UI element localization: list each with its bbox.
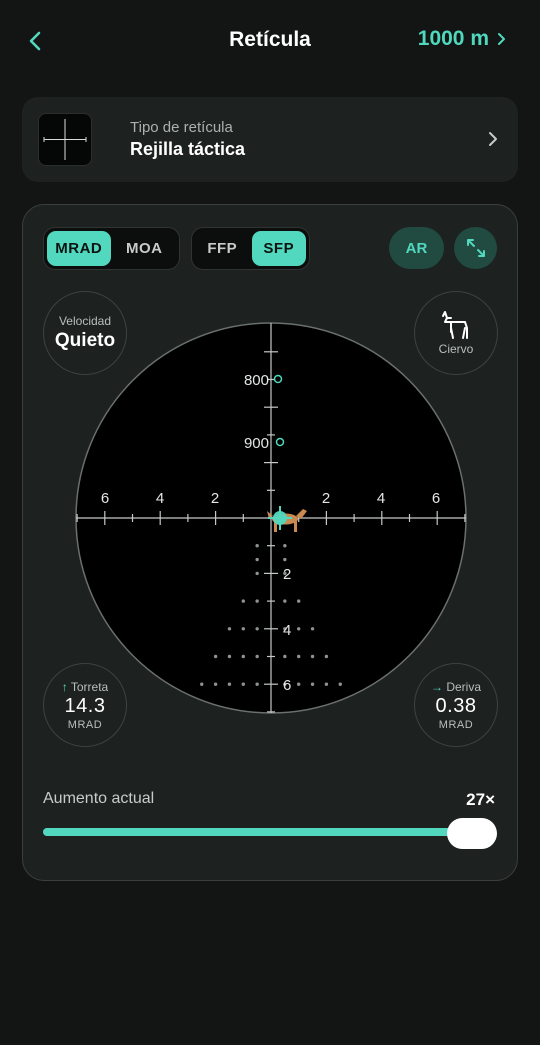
turret-badge[interactable]: ↑ Torreta 14.3 MRAD xyxy=(43,663,127,747)
crosshair-icon xyxy=(43,119,87,160)
drift-header: → Deriva xyxy=(431,680,481,694)
holdover-dot xyxy=(324,654,329,659)
holdover-dot xyxy=(255,654,259,659)
reticle-type-card[interactable]: Tipo de retícula Rejilla táctica xyxy=(22,97,518,182)
turret-header: ↑ Torreta xyxy=(62,680,108,694)
holdover-dot xyxy=(283,557,287,562)
deer-icon xyxy=(442,311,468,339)
zoom-slider-track[interactable] xyxy=(43,828,493,836)
holdover-dot xyxy=(338,682,342,686)
velocity-value: Quieto xyxy=(54,330,116,351)
holdover-dot xyxy=(200,682,204,686)
drift-label: Deriva xyxy=(446,679,482,694)
h-label-left-4: 4 xyxy=(156,490,164,507)
drift-unit: MRAD xyxy=(438,718,474,731)
h-label-right-2: 2 xyxy=(322,490,330,507)
range-button[interactable]: 1000 m xyxy=(418,27,506,51)
holdover-dot xyxy=(255,571,259,576)
holdover-dot xyxy=(255,544,259,548)
holdover-dot xyxy=(241,627,245,631)
v-label-2: 2 xyxy=(283,566,291,583)
holdover-dot xyxy=(297,627,301,631)
holdover-dot xyxy=(213,654,218,659)
h-label-left-2: 2 xyxy=(211,490,219,507)
holdover-dot xyxy=(255,682,259,686)
holdover-dot xyxy=(227,682,232,686)
holdover-dot xyxy=(310,654,315,659)
drift-badge[interactable]: → Deriva 0.38 MRAD xyxy=(414,663,498,747)
header: Retícula 1000 m xyxy=(0,0,540,82)
arrow-up-icon: ↑ xyxy=(61,679,68,694)
holdover-dot xyxy=(227,654,232,659)
holdover-dot xyxy=(283,599,287,603)
zoom-slider-thumb[interactable] xyxy=(447,818,497,849)
range-mark-800: 800 xyxy=(244,372,269,389)
reticle-type-label: Tipo de retícula xyxy=(130,119,233,136)
velocity-badge[interactable]: Velocidad Quieto xyxy=(43,291,127,375)
holdover-dot xyxy=(297,599,301,603)
h-label-right-4: 4 xyxy=(377,490,385,507)
turret-label: Torreta xyxy=(70,679,109,694)
h-label-left-6: 6 xyxy=(101,490,109,507)
zoom-value: 27× xyxy=(466,790,495,809)
zoom-slider-fill xyxy=(43,828,475,836)
chevron-right-icon xyxy=(489,132,497,146)
holdover-dot xyxy=(241,682,245,686)
arrow-right-icon: → xyxy=(430,679,443,694)
range-value: 1000 m xyxy=(417,27,489,50)
target-badge[interactable]: Ciervo xyxy=(414,291,498,375)
v-label-4: 4 xyxy=(283,622,291,639)
velocity-label: Velocidad xyxy=(58,314,112,328)
holdover-dot xyxy=(241,599,245,603)
turret-unit: MRAD xyxy=(67,718,103,731)
chevron-right-icon xyxy=(498,33,505,45)
holdover-dot xyxy=(283,654,287,659)
scope-panel: MRAD MOA FFP SFP AR 6 4 2 2 4 6 2 4 6 80… xyxy=(22,204,518,881)
holdover-dot xyxy=(255,599,259,603)
holdover-dot xyxy=(255,627,259,631)
holdover-dot xyxy=(297,654,301,659)
range-mark-900: 900 xyxy=(244,435,269,452)
turret-value: 14.3 xyxy=(64,694,106,717)
holdover-dot xyxy=(213,682,218,686)
holdover-dot xyxy=(310,682,315,686)
holdover-dot xyxy=(310,627,315,631)
holdover-dot xyxy=(283,544,287,548)
reticle-thumbnail xyxy=(38,113,92,166)
v-label-6: 6 xyxy=(283,677,291,694)
drift-value: 0.38 xyxy=(435,694,477,717)
holdover-dot xyxy=(241,654,245,659)
zoom-label: Aumento actual xyxy=(43,790,155,807)
holdover-dot xyxy=(255,557,259,562)
reticle-type-value: Rejilla táctica xyxy=(130,139,246,159)
holdover-dot xyxy=(297,682,301,686)
holdover-dot xyxy=(324,682,329,686)
target-label: Ciervo xyxy=(438,342,474,356)
h-label-right-6: 6 xyxy=(432,490,440,507)
holdover-dot xyxy=(227,627,232,631)
